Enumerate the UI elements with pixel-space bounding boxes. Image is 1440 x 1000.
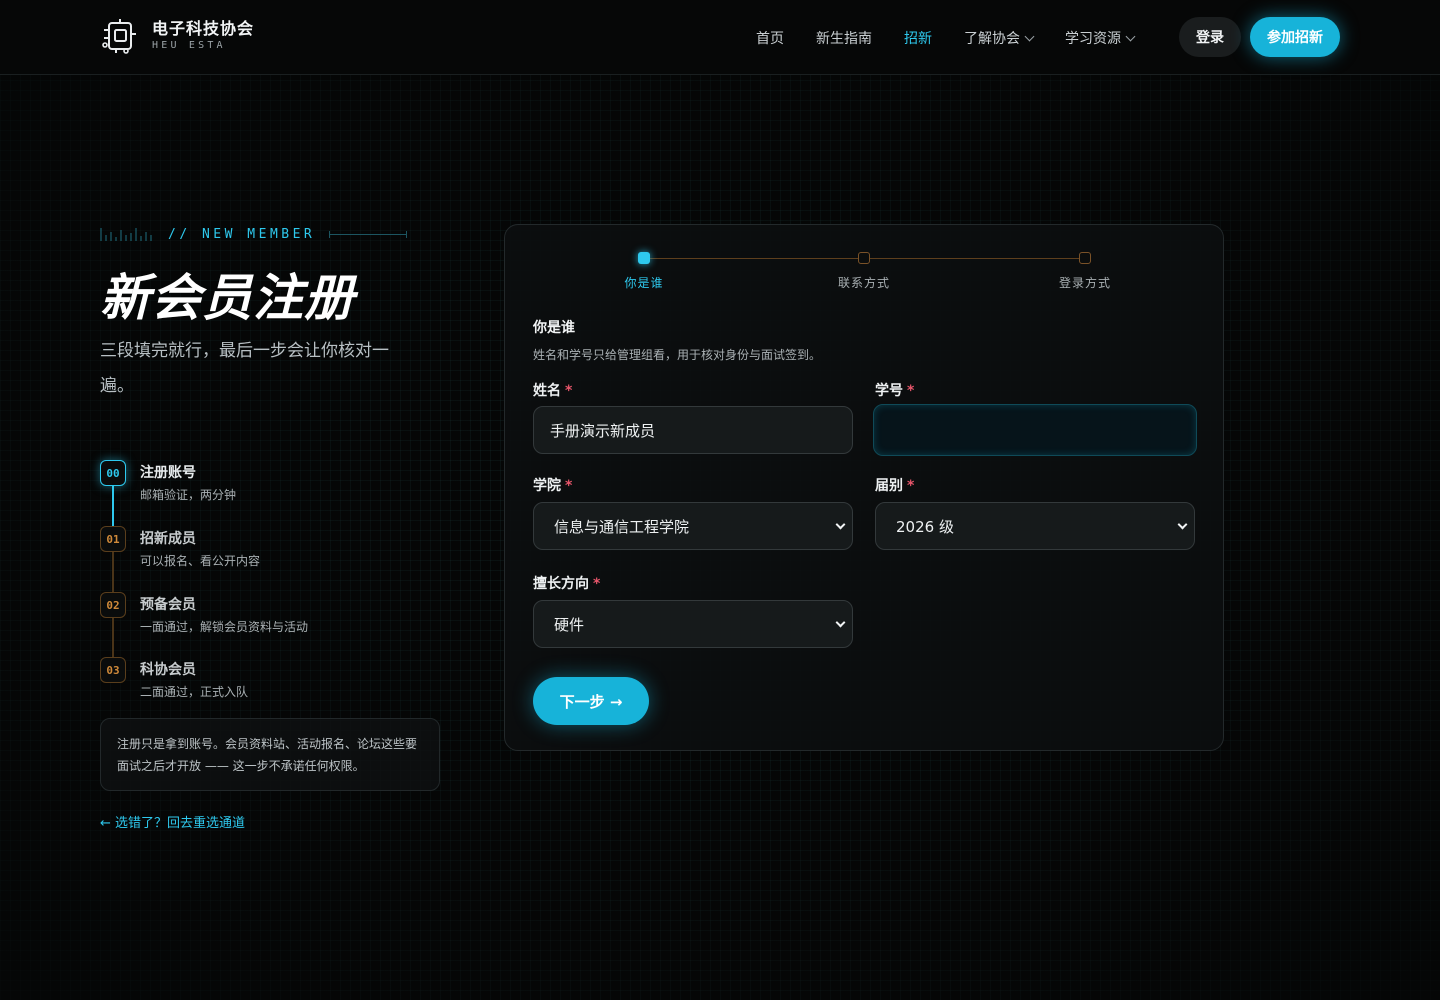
progress-node-login [1079,252,1091,264]
nav-resources[interactable]: 学习资源 [1065,28,1136,48]
required-mark: * [593,576,601,592]
direction-select[interactable]: 硬件 [533,600,853,648]
next-step-button[interactable]: 下一步 → [533,677,649,725]
step-desc: 邮箱验证，两分钟 [140,488,237,502]
chevron-down-icon [1177,519,1188,530]
main-nav: 首页 新生指南 招新 了解协会 学习资源 [756,28,1166,48]
step-desc: 可以报名、看公开内容 [140,554,261,568]
join-recruitment-button[interactable]: 参加招新 [1250,17,1340,57]
step-badge: 00 [100,460,126,486]
page-subtitle: 三段填完就行，最后一步会让你核对一遍。 [100,341,389,396]
chevron-down-icon [1125,31,1136,41]
eyebrow-text: // NEW MEMBER [168,226,316,242]
student-id-label-text: 学号 [875,383,903,399]
eyebrow-divider [329,230,408,238]
step-badge: 02 [100,592,126,618]
section-title: 你是谁 [533,320,575,336]
eyebrow: // NEW MEMBER [100,226,408,242]
registration-note: 注册只是拿到账号。会员资料站、活动报名、论坛这些要面试之后才开放 —— 这一步不… [100,718,440,791]
step-probationary-member: 02 预备会员 一面通过，解锁会员资料与活动 [100,592,440,642]
nav-about[interactable]: 了解协会 [964,28,1035,48]
college-select[interactable]: 信息与通信工程学院 [533,502,853,550]
step-title: 招新成员 [140,531,196,547]
college-label-text: 学院 [533,478,561,494]
name-input[interactable]: 手册演示新成员 [533,406,853,454]
back-to-channel-link[interactable]: ← 选错了？回去重选通道 [100,812,245,831]
logo-title: 电子科技协会 [152,19,255,38]
step-title: 科协会员 [140,662,196,678]
direction-select-value: 硬件 [554,615,585,634]
required-mark: * [907,383,915,399]
grade-select-value: 2026 级 [896,517,954,536]
progress-line [870,258,1085,259]
step-badge: 03 [100,657,126,683]
step-title: 预备会员 [140,597,196,613]
name-label: 姓名 * [533,380,572,400]
grade-label-text: 届别 [875,478,903,494]
progress-label-contact: 联系方式 [837,276,891,290]
nav-freshman-guide[interactable]: 新生指南 [816,28,872,48]
circuit-board-icon [102,19,136,54]
college-select-value: 信息与通信工程学院 [554,517,690,536]
nav-about-label: 了解协会 [964,31,1020,47]
student-id-label: 学号 * [875,380,914,400]
direction-label: 擅长方向 * [533,573,600,593]
progress-label-identity: 你是谁 [624,276,664,290]
step-desc: 二面通过，正式入队 [140,685,249,699]
chevron-down-icon [835,617,846,628]
registration-form-card: 你是谁 联系方式 登录方式 你是谁 姓名和学号只给管理组看，用于核对身份与面试签… [504,224,1224,751]
step-full-member: 03 科协会员 二面通过，正式入队 [100,657,440,707]
step-badge: 01 [100,526,126,552]
step-title: 注册账号 [140,465,196,481]
login-button[interactable]: 登录 [1179,17,1241,57]
progress-line [650,258,865,259]
chevron-down-icon [835,519,846,530]
progress-node-contact [858,252,870,264]
step-desc: 一面通过，解锁会员资料与活动 [140,620,309,634]
logo-subtitle: HEU ESTA [152,40,226,51]
step-register-account: 00 注册账号 邮箱验证，两分钟 [100,460,440,510]
site-logo[interactable]: 电子科技协会 HEU ESTA [102,18,254,54]
direction-label-text: 擅长方向 [533,576,589,592]
nav-home-label: 首页 [756,31,784,47]
nav-home[interactable]: 首页 [756,28,784,48]
required-mark: * [565,383,573,399]
tick-marks-decoration [100,228,152,241]
required-mark: * [907,478,915,494]
progress-label-login: 登录方式 [1058,276,1112,290]
nav-freshman-guide-label: 新生指南 [816,31,872,47]
student-id-input[interactable] [873,404,1197,456]
name-input-value: 手册演示新成员 [550,421,656,440]
top-navbar: 电子科技协会 HEU ESTA 首页 新生指南 招新 了解协会 学习资源 登录 … [0,0,1440,75]
progress-node-identity [638,252,650,264]
nav-recruitment-label: 招新 [904,31,932,47]
nav-resources-label: 学习资源 [1065,31,1121,47]
section-description: 姓名和学号只给管理组看，用于核对身份与面试签到。 [533,348,822,362]
college-label: 学院 * [533,475,572,495]
page-title: 新会员注册 [100,269,355,327]
chevron-down-icon [1024,31,1035,41]
step-recruit-member: 01 招新成员 可以报名、看公开内容 [100,526,440,576]
required-mark: * [565,478,573,494]
name-label-text: 姓名 [533,383,561,399]
grade-label: 届别 * [875,475,914,495]
grade-select[interactable]: 2026 级 [875,502,1195,550]
nav-recruitment[interactable]: 招新 [904,28,932,48]
